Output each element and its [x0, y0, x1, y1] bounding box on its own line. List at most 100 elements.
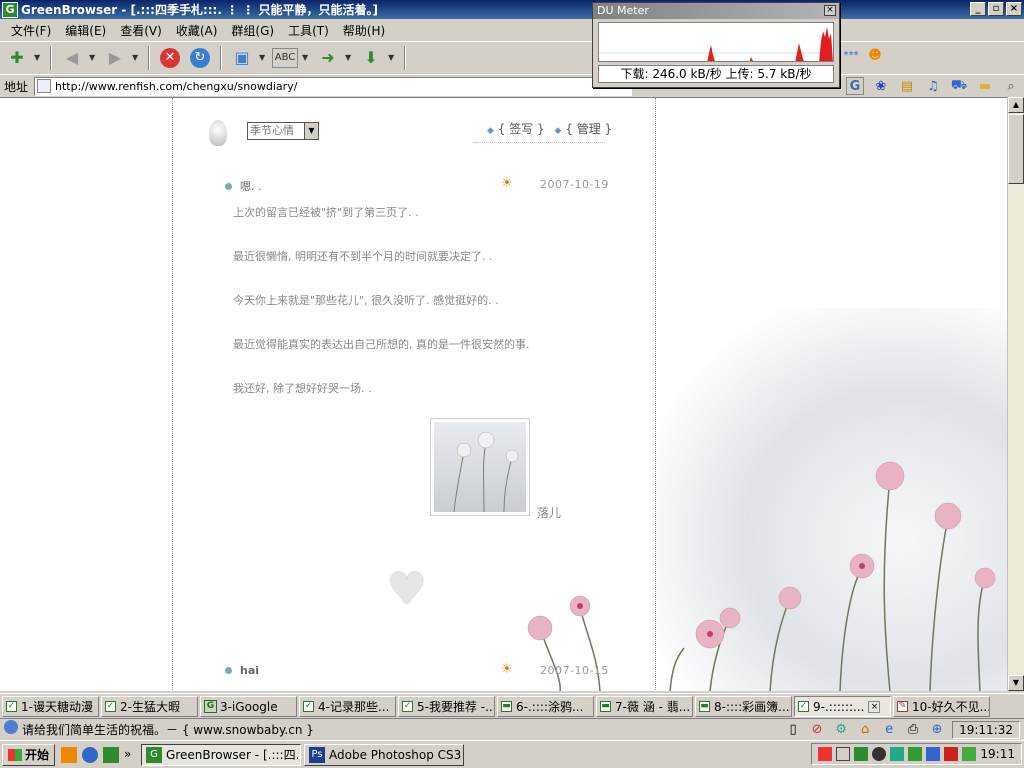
- toolbar-separator: [50, 45, 52, 70]
- check-icon: ✓: [303, 701, 314, 712]
- proxy-icon[interactable]: ⚙: [832, 721, 850, 739]
- close-button[interactable]: ×: [1006, 2, 1022, 16]
- tab-9[interactable]: ✓ 9-.::::::... ×: [794, 696, 891, 717]
- tab-4[interactable]: ✓ 4-记录那些...: [299, 696, 396, 717]
- tray-clock: 19:11: [980, 747, 1015, 761]
- more-arrows-icon[interactable]: »: [124, 747, 132, 763]
- zoom-icon[interactable]: ⊕: [928, 721, 946, 739]
- network-tray-icon[interactable]: [890, 747, 905, 761]
- task-greenbrowser[interactable]: G GreenBrowser - [.:::四...: [141, 743, 302, 766]
- bullet-icon: [225, 183, 232, 190]
- tab-5[interactable]: ✓ 5-我要推荐 -...: [398, 696, 495, 717]
- help-tray-icon[interactable]: [836, 747, 851, 761]
- page-tab-icon: ▬: [600, 701, 611, 712]
- mood-select[interactable]: 季节心情 ▼: [247, 122, 319, 140]
- cart-icon[interactable]: ⛟: [950, 77, 968, 95]
- restore-button[interactable]: ▫: [988, 2, 1004, 16]
- music-icon[interactable]: ♫: [924, 77, 942, 95]
- vertical-scrollbar[interactable]: ▲ ▼: [1007, 97, 1024, 691]
- heart-icon: ♥: [387, 564, 427, 615]
- home-icon[interactable]: ⌂: [856, 721, 874, 739]
- chevron-down-icon[interactable]: ▼: [304, 123, 318, 139]
- sign-link-open: {: [497, 122, 510, 136]
- windows-flag-icon: [8, 748, 22, 761]
- updown-tray-icon[interactable]: [908, 747, 923, 761]
- post-author: hai: [225, 664, 259, 677]
- menu-tools[interactable]: 工具(T): [281, 22, 336, 39]
- minimize-button[interactable]: _: [970, 2, 986, 16]
- address-right-icons: G ❀ ▤ ♫ ⛟ ▬ ⌕: [846, 77, 1020, 95]
- ie-quick-icon[interactable]: [82, 746, 99, 763]
- greenbrowser-tray-icon[interactable]: [854, 747, 869, 761]
- popup-block-icon[interactable]: ⊘: [808, 721, 826, 739]
- spell-icon[interactable]: ABC: [272, 47, 298, 68]
- tab-6[interactable]: ▬ 6-.::::涂鸦...: [497, 696, 594, 717]
- tab-10[interactable]: ✎ 10-好久不见...: [893, 696, 990, 717]
- menu-favorites[interactable]: 收藏(A): [169, 22, 225, 39]
- s-tray-icon[interactable]: [818, 747, 833, 761]
- status-right: ▯ ⊘ ⚙ ⌂ e ⎙ ⊕ 19:11:32: [784, 720, 1024, 739]
- folder-icon[interactable]: ▬: [976, 77, 994, 95]
- monitor-tray-icon[interactable]: [926, 747, 941, 761]
- tab-8[interactable]: ▬ 8-::::彩画簿...: [695, 696, 792, 717]
- page-status-icon[interactable]: ▯: [784, 721, 802, 739]
- manage-link-close: }: [600, 122, 613, 136]
- download-icon[interactable]: ⬇: [358, 45, 384, 71]
- sign-link[interactable]: 签写: [509, 122, 533, 136]
- search-icon[interactable]: ⌕: [1002, 77, 1020, 95]
- bullet-icon: ◆: [487, 126, 494, 136]
- forward-icon[interactable]: ▶: [102, 45, 128, 71]
- menu-group[interactable]: 群组(G): [224, 22, 281, 39]
- menu-view[interactable]: 查看(V): [113, 22, 169, 39]
- scroll-down-icon[interactable]: ▼: [1008, 675, 1024, 691]
- stars-icon[interactable]: ***: [842, 46, 860, 64]
- greenbrowser-quick-icon[interactable]: [103, 746, 120, 763]
- print-icon[interactable]: ⎙: [904, 721, 922, 739]
- refresh-icon[interactable]: ↻: [187, 45, 213, 71]
- new-tab-dropdown-icon[interactable]: ▼: [34, 53, 43, 62]
- shield-tray-icon[interactable]: [962, 747, 977, 761]
- menu-edit[interactable]: 编辑(E): [58, 22, 113, 39]
- menu-file[interactable]: 文件(F): [4, 22, 58, 39]
- tab-close-icon[interactable]: ×: [868, 700, 881, 713]
- tab-2[interactable]: ✓ 2-生猛大暇: [101, 696, 198, 717]
- scroll-thumb[interactable]: [1008, 114, 1024, 184]
- manage-link-open: {: [565, 122, 577, 136]
- spell-dropdown-icon[interactable]: ▼: [302, 53, 311, 62]
- tab-7[interactable]: ▬ 7-薇 涵 - 翡...: [596, 696, 693, 717]
- page-go-icon[interactable]: ➜: [315, 45, 341, 71]
- start-button[interactable]: 开始: [2, 743, 56, 766]
- post-photo[interactable]: [430, 418, 530, 516]
- camera-icon[interactable]: [61, 746, 78, 763]
- download-dropdown-icon[interactable]: ▼: [388, 53, 397, 62]
- new-tab-icon[interactable]: ✚: [4, 45, 30, 71]
- ie-status-icon[interactable]: e: [880, 721, 898, 739]
- baidu-paw-icon[interactable]: ❀: [872, 77, 890, 95]
- image-dropdown-icon[interactable]: ▼: [259, 53, 268, 62]
- bullet-icon: ◆: [554, 126, 562, 136]
- du-meter-close-button[interactable]: ×: [824, 5, 836, 16]
- stop-icon[interactable]: ✕: [157, 45, 183, 71]
- back-dropdown-icon[interactable]: ▼: [89, 53, 98, 62]
- page-icon: [37, 79, 52, 93]
- page-go-dropdown-icon[interactable]: ▼: [345, 53, 354, 62]
- google-icon[interactable]: G: [846, 77, 864, 95]
- tab-1[interactable]: ✓ 1-谩天糖动漫: [2, 696, 99, 717]
- mascot-icon[interactable]: ☻: [866, 46, 884, 64]
- back-icon[interactable]: ◀: [59, 45, 85, 71]
- k-tray-icon[interactable]: [944, 747, 959, 761]
- menu-help[interactable]: 帮助(H): [336, 22, 392, 39]
- task-photoshop[interactable]: PsAdobe Photoshop CS3 E...: [304, 743, 465, 766]
- photo-icon[interactable]: ▤: [898, 77, 916, 95]
- scroll-up-icon[interactable]: ▲: [1008, 97, 1024, 113]
- web-page: 季节心情 ▼ ◆ { 签写 } ◆ { 管理 } 嗯. . ☀ 2007-10-…: [0, 97, 1007, 691]
- forward-dropdown-icon[interactable]: ▼: [132, 53, 141, 62]
- ie-icon: [4, 720, 18, 734]
- manage-link[interactable]: 管理: [577, 122, 601, 136]
- du-meter-window: DU Meter × 下载: 246.0 kB/秒 上传: 5.7 kB/秒: [592, 2, 840, 88]
- address-input[interactable]: http://www.renfish.com/chengxu/snowdiary…: [34, 76, 633, 96]
- qq-tray-icon[interactable]: [872, 747, 887, 761]
- du-meter-traffic-graph: [599, 27, 833, 61]
- tab-3[interactable]: G 3-iGoogle: [200, 696, 297, 717]
- image-icon[interactable]: ▣: [229, 45, 255, 71]
